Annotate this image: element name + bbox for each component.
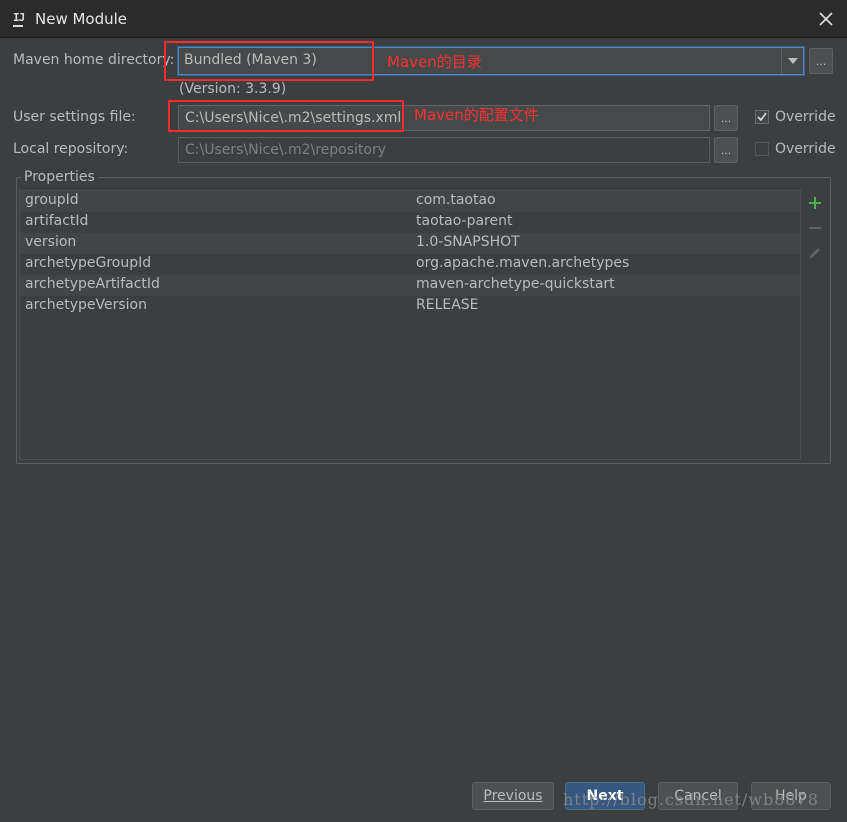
annotation-box-home bbox=[164, 41, 374, 81]
properties-table[interactable]: groupId com.taotao artifactId taotao-par… bbox=[19, 190, 801, 460]
property-value: 1.0-SNAPSHOT bbox=[416, 234, 520, 250]
maven-home-browse-button[interactable]: ... bbox=[809, 48, 833, 74]
property-value: maven-archetype-quickstart bbox=[416, 276, 615, 292]
checkmark-icon bbox=[757, 112, 767, 122]
table-row[interactable]: artifactId taotao-parent bbox=[20, 212, 800, 233]
maven-home-label: Maven home directory: bbox=[13, 52, 175, 68]
table-row[interactable]: archetypeVersion RELEASE bbox=[20, 296, 800, 317]
watermark-text: http://blog.csdn.net/wb8878 bbox=[563, 790, 819, 809]
user-settings-override-checkbox[interactable] bbox=[755, 110, 769, 124]
window-title: New Module bbox=[35, 10, 128, 28]
property-key: archetypeArtifactId bbox=[25, 276, 160, 292]
local-repo-override-checkbox[interactable] bbox=[755, 142, 769, 156]
properties-toolbar bbox=[800, 190, 828, 460]
maven-version-text: (Version: 3.3.9) bbox=[179, 81, 287, 97]
annotation-settings-note: Maven的配置文件 bbox=[414, 106, 539, 124]
local-repo-field[interactable]: C:\Users\Nice\.m2\repository bbox=[178, 137, 710, 163]
remove-icon[interactable] bbox=[805, 218, 825, 238]
table-row[interactable]: version 1.0-SNAPSHOT bbox=[20, 233, 800, 254]
property-value: com.taotao bbox=[416, 192, 496, 208]
intellij-logo-icon: IJ bbox=[13, 11, 25, 27]
property-value: RELEASE bbox=[416, 297, 479, 313]
property-key: artifactId bbox=[25, 213, 89, 229]
properties-group: Properties groupId com.taotao artifactId… bbox=[16, 169, 831, 464]
annotation-box-settings bbox=[168, 100, 404, 132]
property-key: version bbox=[25, 234, 77, 250]
local-repo-override-label: Override bbox=[775, 141, 836, 157]
chevron-down-icon[interactable] bbox=[781, 48, 803, 74]
property-value: taotao-parent bbox=[416, 213, 513, 229]
local-repo-browse-button[interactable]: ... bbox=[714, 137, 738, 163]
annotation-home-note: Maven的目录 bbox=[387, 53, 482, 71]
user-settings-browse-button[interactable]: ... bbox=[714, 105, 738, 131]
previous-button[interactable]: Previous bbox=[472, 782, 554, 810]
table-row[interactable]: archetypeArtifactId maven-archetype-quic… bbox=[20, 275, 800, 296]
user-settings-label: User settings file: bbox=[13, 109, 136, 125]
user-settings-override-label: Override bbox=[775, 109, 836, 125]
table-row[interactable]: groupId com.taotao bbox=[20, 191, 800, 212]
title-bar: IJ New Module bbox=[0, 0, 847, 38]
local-repo-label: Local repository: bbox=[13, 141, 129, 157]
property-key: archetypeVersion bbox=[25, 297, 147, 313]
close-icon[interactable] bbox=[815, 8, 837, 30]
property-key: archetypeGroupId bbox=[25, 255, 152, 271]
edit-icon[interactable] bbox=[805, 243, 825, 263]
property-key: groupId bbox=[25, 192, 79, 208]
table-row[interactable]: archetypeGroupId org.apache.maven.archet… bbox=[20, 254, 800, 275]
property-value: org.apache.maven.archetypes bbox=[416, 255, 630, 271]
add-icon[interactable] bbox=[805, 193, 825, 213]
properties-title: Properties bbox=[21, 169, 98, 185]
